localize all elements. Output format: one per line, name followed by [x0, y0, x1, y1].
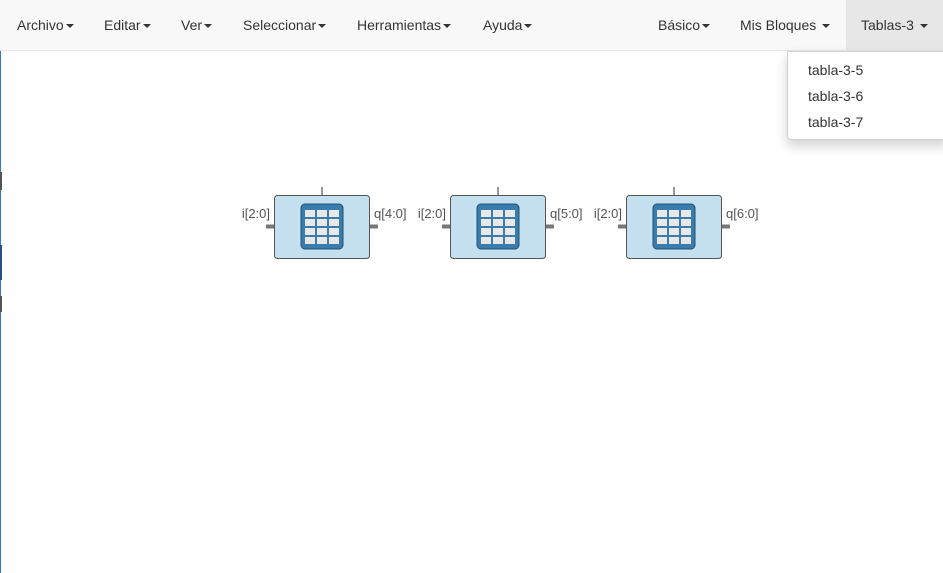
output-port-label: q[4:0]: [374, 206, 407, 221]
table-block[interactable]: i[2:0] q[4:0]: [242, 187, 407, 259]
dropdown-item-tabla-3-6[interactable]: tabla-3-6: [808, 86, 863, 106]
output-port[interactable]: [545, 224, 554, 229]
app-window: Archivo Editar Ver Seleccionar Herramien…: [0, 0, 943, 573]
table-block[interactable]: i[2:0] q[5:0]: [418, 187, 583, 259]
dropdown-item-tabla-3-7[interactable]: tabla-3-7: [808, 112, 863, 132]
input-port-label: i[2:0]: [418, 206, 446, 221]
output-port[interactable]: [369, 224, 378, 229]
output-port[interactable]: [721, 224, 730, 229]
table-icon: [300, 203, 344, 250]
tablas-3-dropdown: tabla-3-5 tabla-3-6 tabla-3-7: [787, 51, 943, 140]
input-port[interactable]: [442, 224, 451, 229]
table-icon: [476, 203, 520, 250]
input-port[interactable]: [266, 224, 275, 229]
table-icon: [652, 203, 696, 250]
dropdown-item-tabla-3-5[interactable]: tabla-3-5: [808, 60, 863, 80]
input-port[interactable]: [618, 224, 627, 229]
input-port-label: i[2:0]: [594, 206, 622, 221]
output-port-label: q[5:0]: [550, 206, 583, 221]
input-port-label: i[2:0]: [242, 206, 270, 221]
output-port-label: q[6:0]: [726, 206, 759, 221]
table-block[interactable]: i[2:0] q[6:0]: [594, 187, 759, 259]
